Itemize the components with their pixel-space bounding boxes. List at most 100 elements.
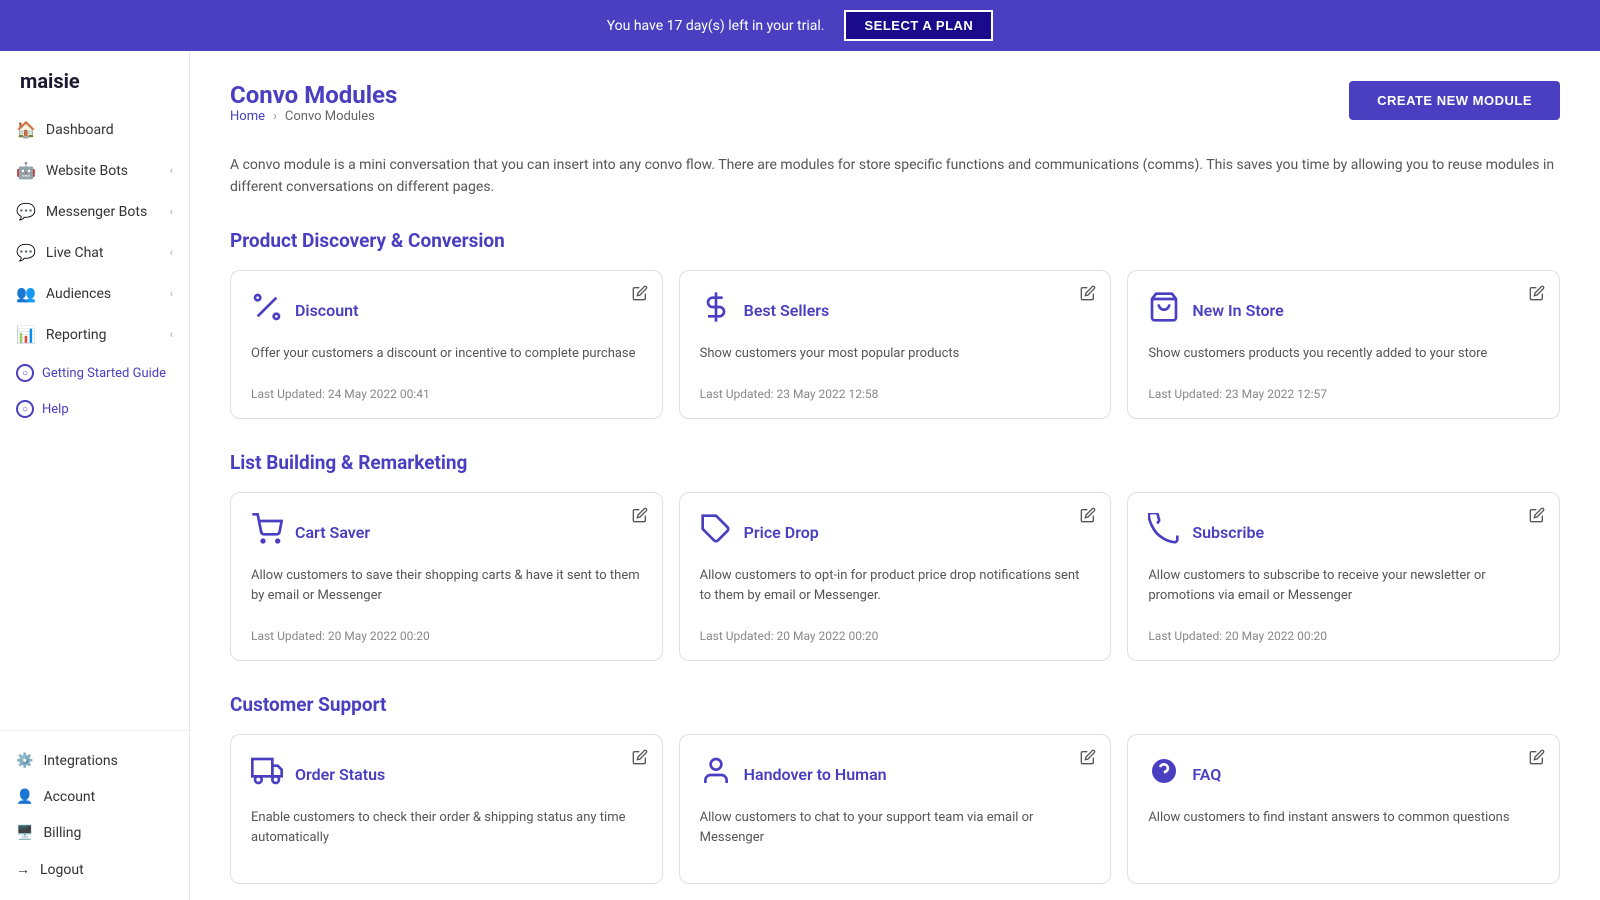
sidebar-item-website-bots[interactable]: 🤖 Website Bots ‹ <box>0 150 189 191</box>
card-icon-faq <box>1148 755 1180 794</box>
card-description-discount: Offer your customers a discount or incen… <box>251 344 642 364</box>
edit-icon-price-drop[interactable] <box>1080 507 1096 527</box>
bottom-label-integrations: Integrations <box>43 753 117 769</box>
edit-icon-new-in-store[interactable] <box>1529 285 1545 305</box>
link-circle-getting-started: ○ <box>16 364 34 382</box>
section-product-discovery: Product Discovery & Conversion Discount … <box>230 229 1560 420</box>
card-order-status[interactable]: Order Status Enable customers to check t… <box>230 734 663 884</box>
sidebar-icon-live-chat: 💬 <box>16 243 36 262</box>
card-new-in-store[interactable]: New In Store Show customers products you… <box>1127 270 1560 420</box>
bottom-icon-logout: → <box>16 861 30 878</box>
page-description: A convo module is a mini conversation th… <box>230 154 1560 199</box>
card-best-sellers[interactable]: Best Sellers Show customers your most po… <box>679 270 1112 420</box>
bottom-label-logout: Logout <box>40 862 84 878</box>
sidebar-item-live-chat[interactable]: 💬 Live Chat ‹ <box>0 232 189 273</box>
page-title-group: Convo Modules Home › Convo Modules <box>230 81 397 144</box>
logo: maisie <box>0 51 189 109</box>
breadcrumb-current: Convo Modules <box>285 109 375 124</box>
card-icon-price-drop <box>700 513 732 552</box>
bottom-label-account: Account <box>43 789 95 805</box>
card-header-discount: Discount <box>251 291 642 330</box>
card-title-subscribe: Subscribe <box>1192 523 1264 542</box>
edit-icon-handover-to-human[interactable] <box>1080 749 1096 769</box>
sidebar-link-label-getting-started: Getting Started Guide <box>42 366 166 381</box>
card-title-price-drop: Price Drop <box>744 523 819 542</box>
sidebar-label-reporting: Reporting <box>46 327 107 343</box>
sidebar-item-dashboard[interactable]: 🏠 Dashboard <box>0 109 189 150</box>
sidebar-link-getting-started[interactable]: ○ Getting Started Guide <box>0 355 189 391</box>
edit-icon-order-status[interactable] <box>632 749 648 769</box>
card-cart-saver[interactable]: Cart Saver Allow customers to save their… <box>230 492 663 661</box>
sidebar-link-label-help: Help <box>42 402 69 417</box>
sidebar-item-audiences[interactable]: 👥 Audiences ‹ <box>0 273 189 314</box>
card-title-new-in-store: New In Store <box>1192 301 1283 320</box>
section-title-list-building: List Building & Remarketing <box>230 451 1560 474</box>
card-title-discount: Discount <box>295 301 358 320</box>
sidebar-label-audiences: Audiences <box>46 286 111 302</box>
card-icon-handover-to-human <box>700 755 732 794</box>
page-header: Convo Modules Home › Convo Modules CREAT… <box>230 81 1560 144</box>
sidebar-bottom-integrations[interactable]: ⚙️ Integrations <box>0 743 189 779</box>
section-customer-support: Customer Support Order Status Enable cus… <box>230 693 1560 884</box>
sidebar-item-left: 📊 Reporting <box>16 325 106 344</box>
sidebar-bottom-account[interactable]: 👤 Account <box>0 779 189 815</box>
card-title-order-status: Order Status <box>295 765 385 784</box>
breadcrumb-separator: › <box>273 109 277 124</box>
card-updated-cart-saver: Last Updated: 20 May 2022 00:20 <box>251 629 430 643</box>
link-circle-help: ○ <box>16 400 34 418</box>
cards-grid-product-discovery: Discount Offer your customers a discount… <box>230 270 1560 420</box>
chevron-icon-messenger-bots: ‹ <box>170 205 173 218</box>
edit-icon-faq[interactable] <box>1529 749 1545 769</box>
sidebar-bottom-billing[interactable]: 🖥️ Billing <box>0 815 189 851</box>
edit-icon-discount[interactable] <box>632 285 648 305</box>
bottom-icon-billing: 🖥️ <box>16 825 33 841</box>
card-faq[interactable]: FAQ Allow customers to find instant answ… <box>1127 734 1560 884</box>
card-title-handover-to-human: Handover to Human <box>744 765 887 784</box>
bottom-label-billing: Billing <box>43 825 81 841</box>
card-description-faq: Allow customers to find instant answers … <box>1148 808 1539 828</box>
card-header-subscribe: Subscribe <box>1148 513 1539 552</box>
sidebar-bottom: ⚙️ Integrations 👤 Account 🖥️ Billing → L… <box>0 730 189 900</box>
cards-grid-list-building: Cart Saver Allow customers to save their… <box>230 492 1560 661</box>
card-header-best-sellers: Best Sellers <box>700 291 1091 330</box>
chevron-icon-live-chat: ‹ <box>170 246 173 259</box>
sidebar-item-left: 🤖 Website Bots <box>16 161 128 180</box>
card-price-drop[interactable]: Price Drop Allow customers to opt-in for… <box>679 492 1112 661</box>
edit-icon-subscribe[interactable] <box>1529 507 1545 527</box>
sidebar-link-help[interactable]: ○ Help <box>0 391 189 427</box>
breadcrumb-home[interactable]: Home <box>230 109 265 124</box>
sidebar-nav: 🏠 Dashboard 🤖 Website Bots ‹ 💬 Messenger… <box>0 109 189 730</box>
sidebar-icon-messenger-bots: 💬 <box>16 202 36 221</box>
card-title-cart-saver: Cart Saver <box>295 523 370 542</box>
card-icon-cart-saver <box>251 513 283 552</box>
card-header-order-status: Order Status <box>251 755 642 794</box>
edit-icon-cart-saver[interactable] <box>632 507 648 527</box>
card-header-handover-to-human: Handover to Human <box>700 755 1091 794</box>
sidebar-icon-dashboard: 🏠 <box>16 120 36 139</box>
sidebar-item-messenger-bots[interactable]: 💬 Messenger Bots ‹ <box>0 191 189 232</box>
card-handover-to-human[interactable]: Handover to Human Allow customers to cha… <box>679 734 1112 884</box>
sidebar: maisie 🏠 Dashboard 🤖 Website Bots ‹ 💬 Me… <box>0 51 190 900</box>
card-header-new-in-store: New In Store <box>1148 291 1539 330</box>
select-plan-button[interactable]: SELECT A PLAN <box>844 10 993 41</box>
sidebar-item-reporting[interactable]: 📊 Reporting ‹ <box>0 314 189 355</box>
card-icon-best-sellers <box>700 291 732 330</box>
sidebar-item-left: 👥 Audiences <box>16 284 111 303</box>
card-icon-new-in-store <box>1148 291 1180 330</box>
card-header-faq: FAQ <box>1148 755 1539 794</box>
section-title-customer-support: Customer Support <box>230 693 1560 716</box>
card-subscribe[interactable]: Subscribe Allow customers to subscribe t… <box>1127 492 1560 661</box>
card-updated-discount: Last Updated: 24 May 2022 00:41 <box>251 387 430 401</box>
sidebar-bottom-logout[interactable]: → Logout <box>0 851 189 888</box>
card-discount[interactable]: Discount Offer your customers a discount… <box>230 270 663 420</box>
create-module-button[interactable]: CREATE NEW MODULE <box>1349 81 1560 120</box>
breadcrumb: Home › Convo Modules <box>230 109 397 124</box>
edit-icon-best-sellers[interactable] <box>1080 285 1096 305</box>
bottom-icon-account: 👤 <box>16 789 33 805</box>
section-title-product-discovery: Product Discovery & Conversion <box>230 229 1560 252</box>
card-updated-price-drop: Last Updated: 20 May 2022 00:20 <box>700 629 879 643</box>
sidebar-item-left: 🏠 Dashboard <box>16 120 114 139</box>
sections-container: Product Discovery & Conversion Discount … <box>230 229 1560 885</box>
card-header-price-drop: Price Drop <box>700 513 1091 552</box>
card-icon-discount <box>251 291 283 330</box>
